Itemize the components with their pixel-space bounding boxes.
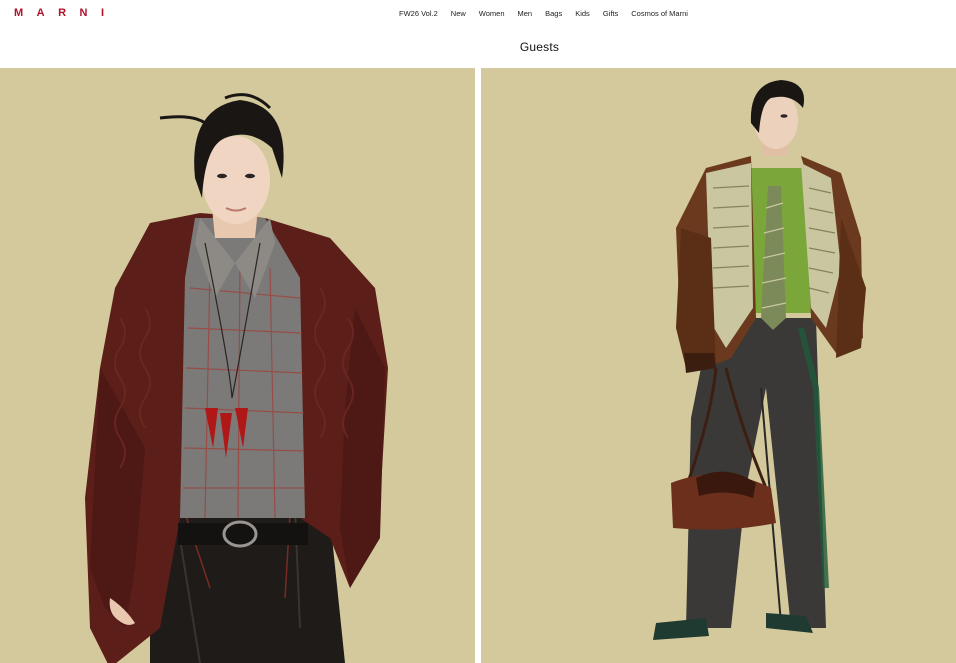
- nav-item-cosmos-of-marni[interactable]: Cosmos of Marni: [631, 9, 688, 19]
- nav-item-bags[interactable]: Bags: [545, 9, 562, 19]
- nav-item-women[interactable]: Women: [479, 9, 505, 19]
- marni-logo[interactable]: MARNI: [14, 7, 118, 19]
- nav-item-fw26-vol2[interactable]: FW26 Vol.2: [399, 9, 438, 19]
- guest-photo-right[interactable]: [481, 68, 956, 663]
- nav-item-kids[interactable]: Kids: [575, 9, 590, 19]
- top-bar: MARNI FW26 Vol.2 New Women Men Bags Kids…: [0, 0, 956, 28]
- nav-item-men[interactable]: Men: [518, 9, 533, 19]
- guest-illustration-left: [0, 68, 475, 663]
- page: MARNI FW26 Vol.2 New Women Men Bags Kids…: [0, 0, 956, 663]
- section-title: Guests: [519, 40, 560, 54]
- guest-illustration-right: [481, 68, 956, 663]
- nav-item-new[interactable]: New: [451, 9, 466, 19]
- main-nav: FW26 Vol.2 New Women Men Bags Kids Gifts…: [399, 9, 701, 19]
- nav-item-gifts[interactable]: Gifts: [603, 9, 618, 19]
- guest-photo-left[interactable]: [0, 68, 475, 663]
